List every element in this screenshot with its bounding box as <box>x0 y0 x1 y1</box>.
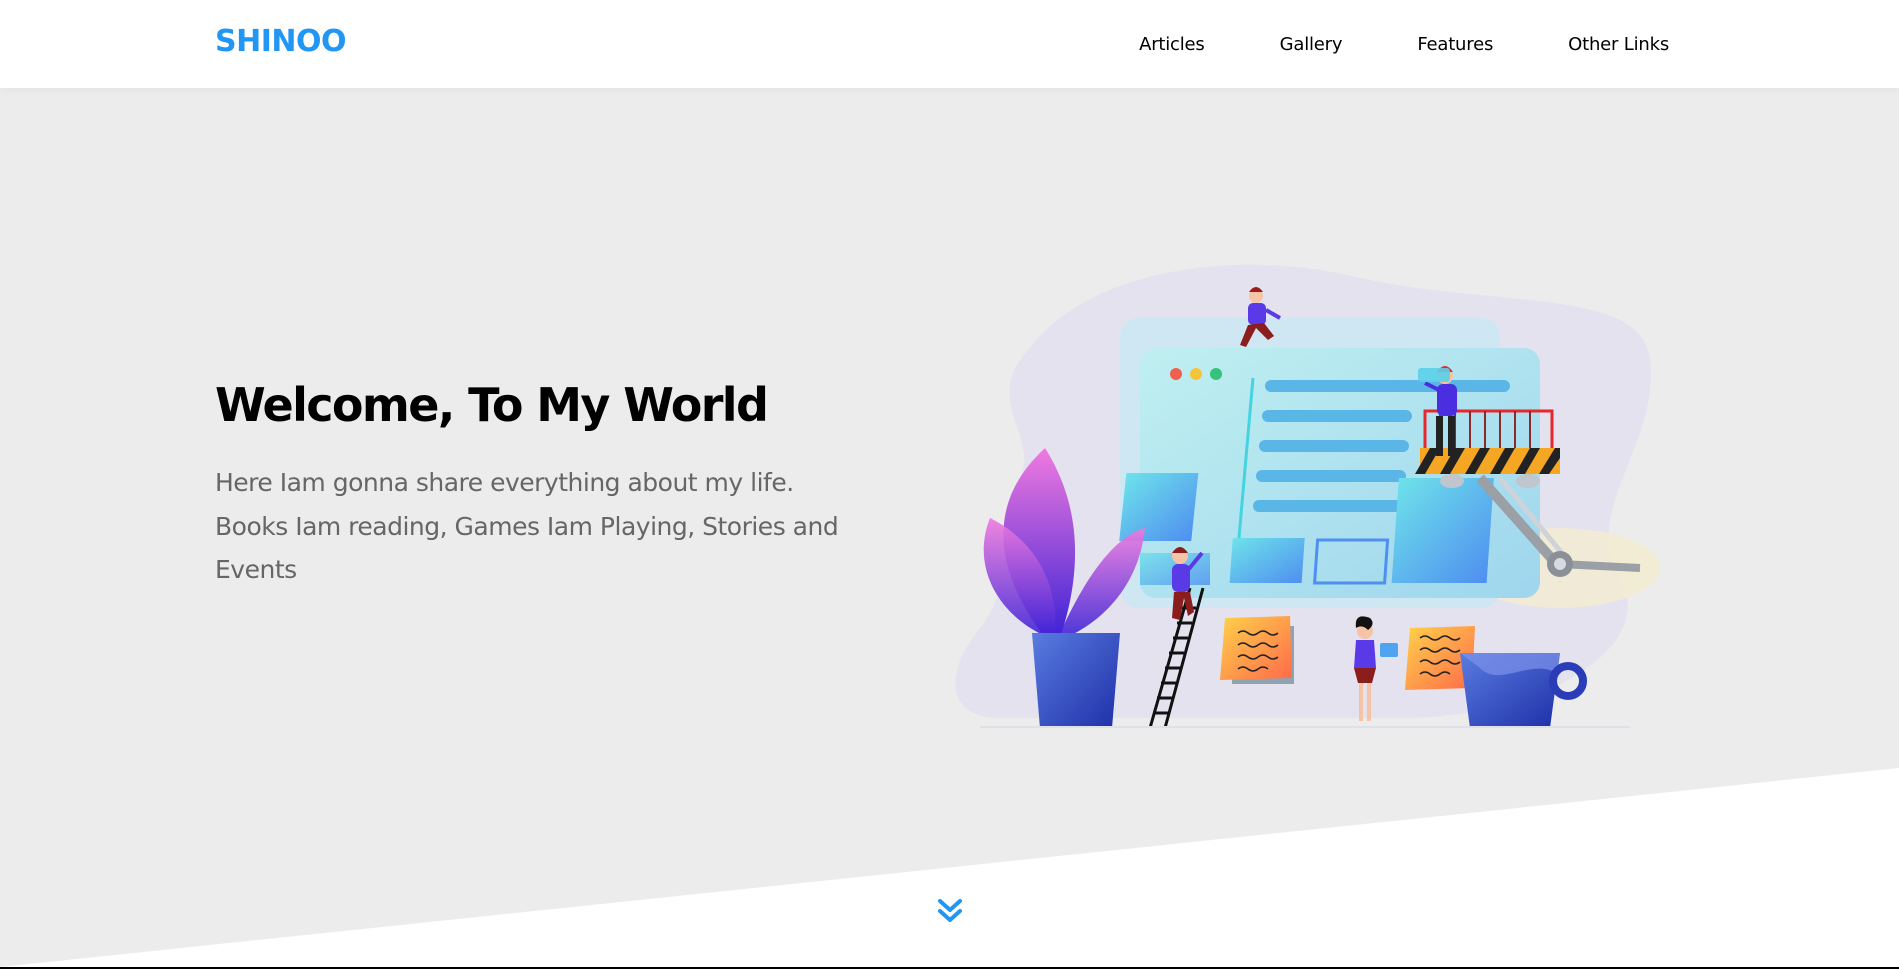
main-nav: Articles Gallery Features Other Links <box>1064 0 1669 88</box>
landing-section: Welcome, To My World Here Iam gonna shar… <box>0 88 1899 967</box>
hero-illustration <box>955 264 1660 728</box>
header: SHINOO Articles Gallery Features Other L… <box>0 0 1899 88</box>
nav-link-gallery[interactable]: Gallery <box>1280 34 1343 55</box>
window-dot-green <box>1210 368 1222 380</box>
content-tile-left <box>1119 473 1199 541</box>
hero-text: Welcome, To My World Here Iam gonna shar… <box>215 378 855 592</box>
hero-title: Welcome, To My World <box>215 378 769 432</box>
coffee-cup <box>1460 653 1587 728</box>
window-dot-yellow <box>1190 368 1202 380</box>
nav-link-other-links[interactable]: Other Links <box>1568 34 1669 55</box>
sticky-note-left <box>1220 616 1294 684</box>
hero-description: Here Iam gonna share everything about my… <box>215 468 839 585</box>
ground <box>980 726 1630 728</box>
logo-link[interactable]: SHINOO <box>215 24 347 59</box>
page: SHINOO Articles Gallery Features Other L… <box>0 0 1899 967</box>
content-tile-large <box>1391 478 1494 583</box>
content-tile-bottom <box>1229 538 1305 583</box>
angle-double-down-icon[interactable] <box>934 895 966 927</box>
nav-link-features[interactable]: Features <box>1417 34 1493 55</box>
nav-link-articles[interactable]: Articles <box>1139 34 1205 55</box>
window-dot-red <box>1170 368 1182 380</box>
